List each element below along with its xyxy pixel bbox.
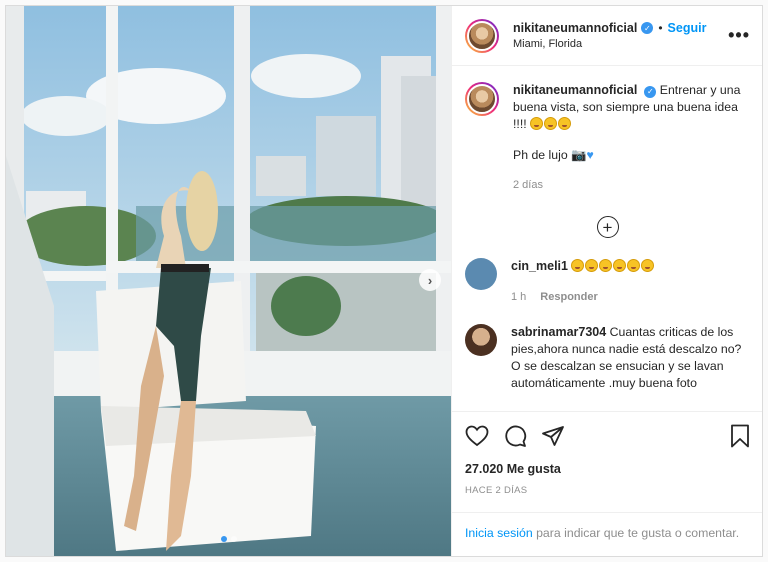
carousel-dot-2 xyxy=(230,536,237,542)
emoji-icon xyxy=(530,117,544,130)
likes-count[interactable]: 27.020 Me gusta xyxy=(465,462,750,476)
post-header: nikitaneumannoficial ✓ • Seguir Miami, F… xyxy=(452,6,762,66)
laughing-emoji-icon xyxy=(599,259,613,272)
chevron-right-icon[interactable]: › xyxy=(419,269,441,291)
heart-icon[interactable] xyxy=(465,425,489,447)
author-avatar[interactable] xyxy=(465,18,499,53)
comment-item: cin_meli1 1 h Responder xyxy=(465,258,750,306)
load-more-comments[interactable]: + xyxy=(465,216,750,238)
emoji-icon xyxy=(544,117,558,130)
follow-button[interactable]: Seguir xyxy=(668,21,707,35)
laughing-emoji-icon xyxy=(627,259,641,272)
post-photo[interactable]: › xyxy=(6,6,451,556)
laughing-emoji-icon xyxy=(571,259,585,272)
post-card: › nikitaneumannoficial ✓ • Seguir Miami,… xyxy=(5,5,763,557)
comment-icon[interactable] xyxy=(503,424,527,448)
comment-username[interactable]: cin_meli1 xyxy=(511,259,568,273)
caption-time[interactable]: 2 días xyxy=(513,177,750,194)
comments-section: nikitaneumannoficial ✓ Entrenar y una bue… xyxy=(452,66,762,411)
verified-badge-icon: ✓ xyxy=(644,85,657,98)
comment-avatar[interactable] xyxy=(465,258,497,290)
post-side-panel: nikitaneumannoficial ✓ • Seguir Miami, F… xyxy=(451,6,762,556)
caption: nikitaneumannoficial ✓ Entrenar y una bue… xyxy=(465,82,750,194)
laughing-emoji-icon xyxy=(585,259,599,272)
carousel-dot-1 xyxy=(220,536,227,542)
comment-item: sabrinamar7304 Cuantas criticas de los p… xyxy=(465,324,750,392)
share-icon[interactable] xyxy=(541,425,565,447)
post-location[interactable]: Miami, Florida xyxy=(513,38,722,50)
carousel-indicator xyxy=(6,536,451,542)
laughing-emoji-icon xyxy=(641,259,655,272)
post-actions: 27.020 Me gusta HACE 2 DÍAS xyxy=(452,411,762,512)
caption-username[interactable]: nikitaneumannoficial xyxy=(513,83,637,97)
load-more-icon[interactable]: + xyxy=(596,216,619,238)
camera-emoji-icon: 📷 xyxy=(571,148,587,162)
header-separator: • xyxy=(658,21,663,35)
photo-illustration xyxy=(6,6,451,556)
blue-heart-emoji-icon: ♥ xyxy=(586,148,594,162)
caption-text-2: Ph de lujo xyxy=(513,148,568,162)
verified-badge-icon: ✓ xyxy=(641,22,654,34)
more-options-icon[interactable]: ••• xyxy=(722,25,750,46)
comment-time[interactable]: 1 h xyxy=(511,289,526,306)
login-prompt: Inicia sesión para indicar que te gusta … xyxy=(452,512,762,556)
post-date[interactable]: HACE 2 DÍAS xyxy=(465,485,750,496)
comment-avatar[interactable] xyxy=(465,324,497,356)
emoji-icon xyxy=(558,117,572,130)
bookmark-icon[interactable] xyxy=(730,424,750,448)
comment-username[interactable]: sabrinamar7304 xyxy=(511,325,606,339)
laughing-emoji-icon xyxy=(613,259,627,272)
author-info: nikitaneumannoficial ✓ • Seguir Miami, F… xyxy=(513,21,722,50)
caption-avatar[interactable] xyxy=(465,82,499,116)
login-link[interactable]: Inicia sesión xyxy=(465,526,533,540)
author-username[interactable]: nikitaneumannoficial xyxy=(513,21,637,35)
comment-emojis xyxy=(571,259,655,273)
reply-button[interactable]: Responder xyxy=(540,289,597,306)
login-prompt-text: para indicar que te gusta o comentar. xyxy=(532,526,740,540)
